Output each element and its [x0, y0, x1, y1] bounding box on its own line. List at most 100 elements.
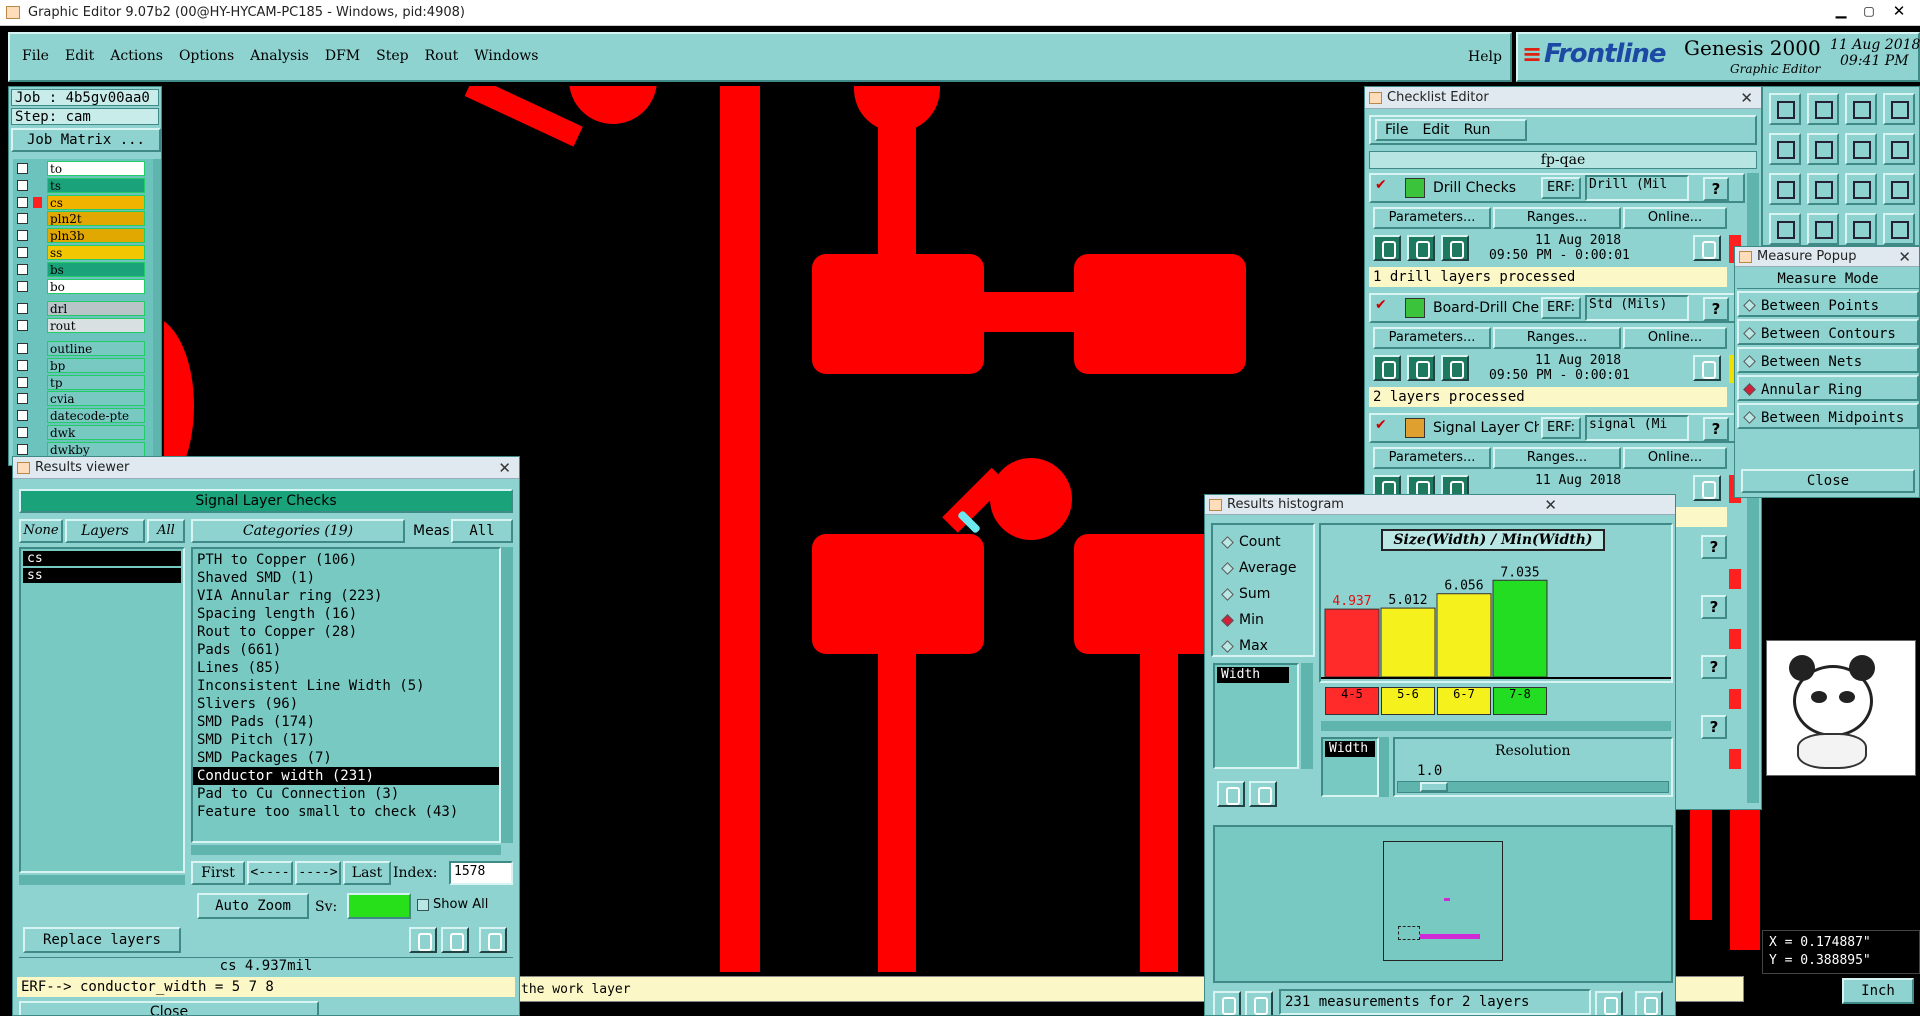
histogram-mode-min[interactable]: Min — [1217, 609, 1311, 631]
measure-mode-item[interactable]: Between Contours — [1737, 319, 1919, 345]
layer-checkbox[interactable] — [17, 303, 28, 315]
check-enabled-icon[interactable]: ✔ — [1375, 297, 1387, 313]
resolution-list-item[interactable]: Width — [1325, 741, 1375, 757]
parameters-button[interactable]: Parameters... — [1373, 327, 1491, 349]
layer-name[interactable]: ss — [47, 245, 145, 260]
help-icon[interactable] — [1883, 173, 1915, 205]
histogram-list-scrollbar[interactable] — [1301, 663, 1313, 769]
layer-row-dwkby[interactable]: dwkby — [17, 441, 145, 457]
layer-checkbox[interactable] — [17, 359, 28, 371]
layers-all-button[interactable]: All — [147, 519, 185, 543]
measure-mode-item[interactable]: Between Points — [1737, 291, 1919, 317]
layer-checkbox[interactable] — [17, 427, 28, 438]
measure-mode-item[interactable]: Annular Ring — [1737, 375, 1919, 401]
pan-center-icon[interactable] — [1807, 173, 1839, 205]
layer-checkbox[interactable] — [17, 179, 28, 191]
erf-select[interactable]: signal (Mi — [1585, 415, 1689, 441]
layer-checkbox[interactable] — [17, 343, 28, 354]
layer-name[interactable]: pln2t — [47, 211, 145, 227]
menu-windows[interactable]: Windows — [474, 48, 538, 68]
categories-hscroll[interactable] — [191, 845, 501, 855]
pan-right-icon[interactable] — [1807, 133, 1839, 165]
zoom-results-icon[interactable] — [1693, 355, 1721, 381]
units-select[interactable]: Inch — [1842, 978, 1914, 1004]
layer-checkbox[interactable] — [17, 213, 28, 225]
sv-color-select[interactable] — [347, 893, 411, 919]
layers-none-button[interactable]: None — [19, 519, 63, 543]
layer-name[interactable]: dwkby — [47, 441, 145, 457]
category-item[interactable]: Feature too small to check (43) — [193, 803, 499, 821]
layer-row-to[interactable]: to — [17, 161, 145, 176]
category-item[interactable]: SMD Packages (7) — [193, 749, 499, 767]
layer-row-outline[interactable]: outline — [17, 341, 145, 356]
layer-row-bs[interactable]: bs — [17, 261, 145, 277]
layer-name[interactable]: drl — [47, 301, 145, 317]
category-item[interactable]: Pad to Cu Connection (3) — [193, 785, 499, 803]
histogram-ref-button[interactable] — [1249, 781, 1277, 807]
checklist-menu-edit[interactable]: Edit — [1422, 121, 1449, 139]
histogram-bar[interactable] — [1436, 593, 1492, 678]
menu-step[interactable]: Step — [376, 48, 408, 68]
category-item[interactable]: Spacing length (16) — [193, 605, 499, 623]
redraw-icon[interactable] — [1883, 133, 1915, 165]
histogram-mode-count[interactable]: Count — [1217, 531, 1311, 553]
job-matrix-button[interactable]: Job Matrix ... — [11, 128, 161, 152]
measure-mode-item[interactable]: Between Midpoints — [1737, 403, 1919, 429]
layer-row-drl[interactable]: drl — [17, 301, 145, 317]
check-enabled-icon[interactable]: ✔ — [1375, 417, 1387, 433]
menu-actions[interactable]: Actions — [110, 48, 163, 68]
layer-checkbox[interactable] — [17, 393, 28, 405]
check-help-button[interactable]: ? — [1701, 715, 1727, 739]
layer-checkbox[interactable] — [17, 230, 28, 242]
layer-name[interactable]: bp — [47, 357, 145, 373]
layer-checkbox[interactable] — [17, 410, 28, 422]
menu-analysis[interactable]: Analysis — [250, 48, 309, 68]
layer-row-cvia[interactable]: cvia — [17, 391, 145, 407]
zoom-results-icon[interactable] — [1693, 235, 1721, 261]
categories-button[interactable]: Categories (19) — [191, 519, 405, 543]
grid-icon[interactable] — [1807, 213, 1839, 245]
layer-name[interactable]: rout — [47, 318, 145, 334]
category-item[interactable]: Lines (85) — [193, 659, 499, 677]
layer-name[interactable]: outline — [47, 341, 145, 356]
run-check-icon[interactable] — [1373, 235, 1401, 261]
layer-checkbox[interactable] — [17, 320, 28, 332]
layer-row-bo[interactable]: bo — [17, 278, 145, 294]
home-icon[interactable] — [1845, 93, 1877, 125]
measure-close-button[interactable]: Close — [1741, 469, 1915, 493]
help-menu[interactable]: Help — [1468, 49, 1502, 65]
auto-zoom-select[interactable]: Auto Zoom — [197, 893, 309, 919]
online-button[interactable]: Online... — [1623, 327, 1727, 349]
category-item[interactable]: SMD Pitch (17) — [193, 731, 499, 749]
layer-row-pln3b[interactable]: pln3b — [17, 228, 145, 244]
histogram-list-item[interactable]: Width — [1217, 667, 1289, 683]
index-input[interactable]: 1578 — [449, 861, 513, 885]
check-help-button[interactable]: ? — [1701, 595, 1727, 619]
layer-row-ss[interactable]: ss — [17, 245, 145, 260]
window-zoom-icon[interactable] — [1845, 133, 1877, 165]
histogram-ref-button-2[interactable] — [1245, 991, 1273, 1015]
layer-checkbox[interactable] — [17, 163, 28, 174]
menu-options[interactable]: Options — [179, 48, 234, 68]
ranges-button[interactable]: Ranges... — [1493, 207, 1621, 229]
check-help-button[interactable]: ? — [1703, 417, 1729, 441]
resolution-slider-thumb[interactable] — [1420, 782, 1448, 792]
histogram-del-button-2[interactable] — [1213, 991, 1241, 1015]
layer-name[interactable]: tp — [47, 374, 145, 390]
snap-icon[interactable] — [1883, 93, 1915, 125]
net-icon[interactable] — [1845, 213, 1877, 245]
layer-name[interactable]: dwk — [47, 425, 145, 440]
menu-file[interactable]: File — [22, 48, 49, 68]
parameters-button[interactable]: Parameters... — [1373, 447, 1491, 469]
layer-name[interactable]: pln3b — [47, 228, 145, 244]
layer-checkbox[interactable] — [17, 443, 28, 455]
menu-rout[interactable]: Rout — [425, 48, 459, 68]
layers-button[interactable]: Layers — [65, 519, 145, 543]
erf-select[interactable]: Std (Mils) — [1585, 295, 1689, 321]
online-button[interactable]: Online... — [1623, 447, 1727, 469]
category-item[interactable]: Shaved SMD (1) — [193, 569, 499, 587]
check-help-button[interactable]: ? — [1701, 535, 1727, 559]
category-item[interactable]: Pads (661) — [193, 641, 499, 659]
zoom-results-icon[interactable] — [1693, 475, 1721, 501]
close-icon[interactable]: ✕ — [498, 457, 511, 478]
